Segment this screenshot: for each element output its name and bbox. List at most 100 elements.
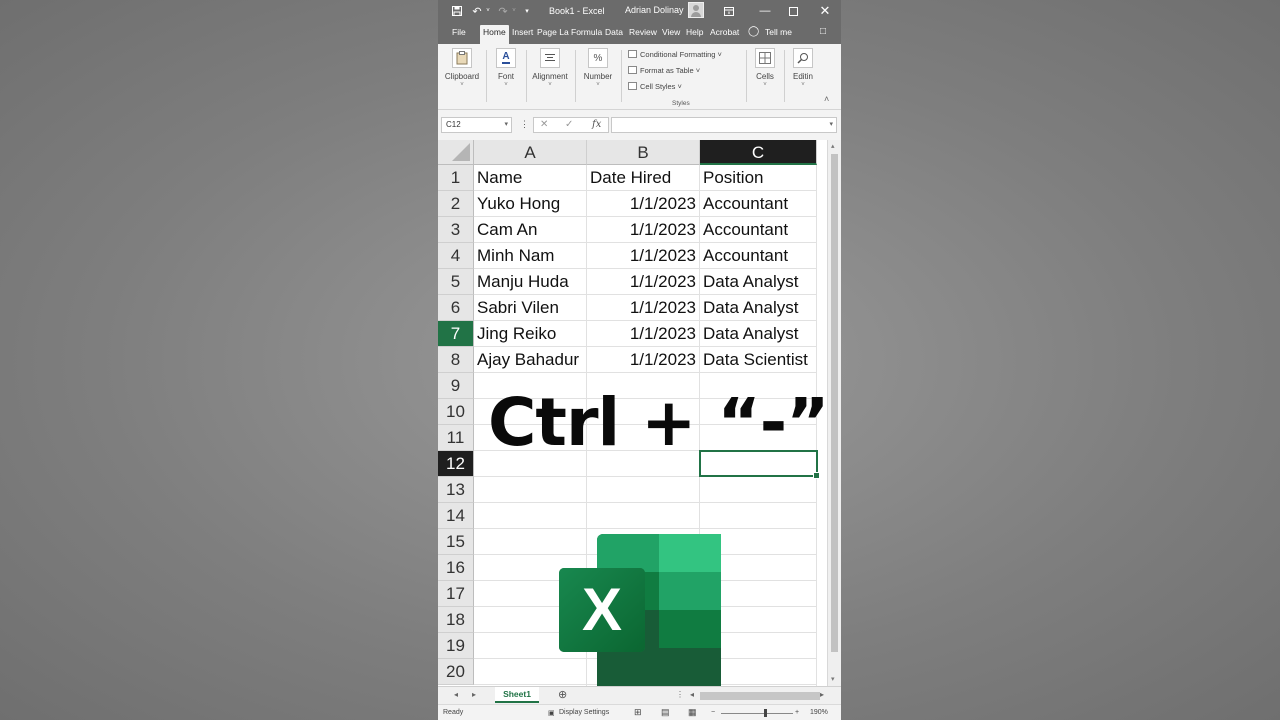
tab-review[interactable]: Review [629,27,657,37]
table-cell[interactable]: Minh Nam [474,243,587,269]
row-header-highlighted[interactable]: 7 [438,321,474,347]
insert-function-icon[interactable]: fx [592,119,601,130]
close-icon[interactable]: ✕ [818,3,832,18]
tab-help[interactable]: Help [686,27,703,37]
table-cell[interactable]: Data Scientist [700,347,817,373]
table-cell[interactable]: Cam An [474,217,587,243]
table-cell[interactable]: 1/1/2023 [587,347,700,373]
row-header[interactable]: 9 [438,373,474,399]
zoom-slider[interactable] [721,713,793,714]
page-layout-view-icon[interactable]: ▤ [661,707,670,718]
lightbulb-icon[interactable]: ◯ [748,26,759,37]
cell-styles-button[interactable]: Cell Styles ˅ [628,82,682,91]
display-settings-button[interactable]: Display Settings [559,709,609,716]
sheet-prev-icon[interactable]: ◂ [454,690,458,699]
table-cell[interactable]: 1/1/2023 [587,217,700,243]
column-header-b[interactable]: B [587,140,700,165]
cells-group[interactable]: Cells ˅ [750,48,780,88]
row-header[interactable]: 2 [438,191,474,217]
ribbon-display-icon[interactable] [722,4,736,18]
row-header[interactable]: 15 [438,529,474,555]
table-cell[interactable]: Ajay Bahadur [474,347,587,373]
column-header-c[interactable]: C [700,140,817,165]
table-cell[interactable]: Manju Huda [474,269,587,295]
tab-acrobat[interactable]: Acrobat [710,27,739,37]
column-header-a[interactable]: A [474,140,587,165]
row-header[interactable]: 20 [438,659,474,685]
tab-data[interactable]: Data [605,27,623,37]
tab-page-layout[interactable]: Page La [537,27,569,37]
table-cell[interactable]: Data Analyst [700,269,817,295]
maximize-icon[interactable] [786,4,800,18]
row-header[interactable]: 19 [438,633,474,659]
select-all-button[interactable] [438,140,474,165]
table-cell[interactable]: Data Analyst [700,321,817,347]
tab-view[interactable]: View [662,27,680,37]
row-header[interactable]: 18 [438,607,474,633]
add-sheet-icon[interactable]: ⊕ [558,688,567,701]
row-header[interactable]: 5 [438,269,474,295]
customize-icon[interactable]: ▾ [520,4,534,18]
expand-formula-icon[interactable]: ▾ [829,120,833,128]
row-header[interactable]: 8 [438,347,474,373]
cancel-icon[interactable]: ✕ [540,119,548,130]
table-cell[interactable]: 1/1/2023 [587,191,700,217]
save-icon[interactable] [450,4,464,18]
zoom-level[interactable]: 190% [810,709,828,716]
row-header-active[interactable]: 12 [438,451,474,477]
table-cell[interactable]: Yuko Hong [474,191,587,217]
table-cell[interactable]: Accountant [700,191,817,217]
row-header[interactable]: 17 [438,581,474,607]
table-cell[interactable]: 1/1/2023 [587,269,700,295]
table-cell[interactable]: Name [474,165,587,191]
scroll-thumb[interactable] [831,154,838,652]
table-cell[interactable]: 1/1/2023 [587,321,700,347]
zoom-slider-thumb[interactable] [764,709,767,717]
alignment-group[interactable]: Alignment ˅ [530,48,570,88]
row-header[interactable]: 4 [438,243,474,269]
scroll-left-icon[interactable]: ◂ [690,690,694,699]
tab-insert[interactable]: Insert [512,27,533,37]
undo-dropdown-icon[interactable]: ˅ [481,4,495,18]
table-cell[interactable]: Jing Reiko [474,321,587,347]
scroll-up-icon[interactable]: ▴ [831,142,835,150]
table-cell[interactable]: Position [700,165,817,191]
sheet-tab[interactable]: Sheet1 [495,687,539,703]
table-cell[interactable]: Accountant [700,243,817,269]
row-header[interactable]: 13 [438,477,474,503]
row-header[interactable]: 10 [438,399,474,425]
row-header[interactable]: 1 [438,165,474,191]
more-sheets-icon[interactable]: ⋮ [676,690,684,699]
sheet-next-icon[interactable]: ▸ [472,690,476,699]
tell-me-search[interactable]: Tell me [765,27,792,37]
table-cell[interactable]: 1/1/2023 [587,243,700,269]
chevron-down-icon[interactable]: ▾ [504,120,508,128]
scroll-down-icon[interactable]: ▾ [831,675,835,683]
collapse-ribbon-icon[interactable]: ˄ [824,94,829,104]
redo-dropdown-icon[interactable]: ˅ [507,4,521,18]
row-header[interactable]: 11 [438,425,474,451]
row-header[interactable]: 16 [438,555,474,581]
table-cell[interactable]: Date Hired [587,165,700,191]
name-box[interactable]: C12 ▾ [441,117,512,133]
format-as-table-button[interactable]: Format as Table ˅ [628,66,700,75]
horizontal-scroll-thumb[interactable] [700,692,820,700]
page-break-view-icon[interactable]: ▦ [688,707,697,718]
zoom-in-icon[interactable]: + [795,709,799,716]
number-group[interactable]: % Number ˅ [580,48,616,88]
normal-view-icon[interactable]: ⊞ [634,707,642,718]
formula-input[interactable]: ▾ [611,117,837,133]
clipboard-group[interactable]: Clipboard ˅ [444,48,480,88]
conditional-formatting-button[interactable]: Conditional Formatting ˅ [628,50,722,59]
more-options-icon[interactable]: ⋮ [520,119,529,130]
editing-group[interactable]: Editin ˅ [788,48,818,88]
tab-formulas[interactable]: Formula [571,27,602,37]
row-header[interactable]: 14 [438,503,474,529]
font-group[interactable]: A Font ˅ [492,48,520,88]
zoom-out-icon[interactable]: − [711,709,715,716]
row-header[interactable]: 6 [438,295,474,321]
row-header[interactable]: 3 [438,217,474,243]
comments-icon[interactable]: □ [820,26,826,37]
worksheet-grid[interactable]: A B C 1 2 3 4 5 6 7 8 9 10 11 12 13 14 1… [438,140,841,686]
tab-home[interactable]: Home [480,25,509,44]
